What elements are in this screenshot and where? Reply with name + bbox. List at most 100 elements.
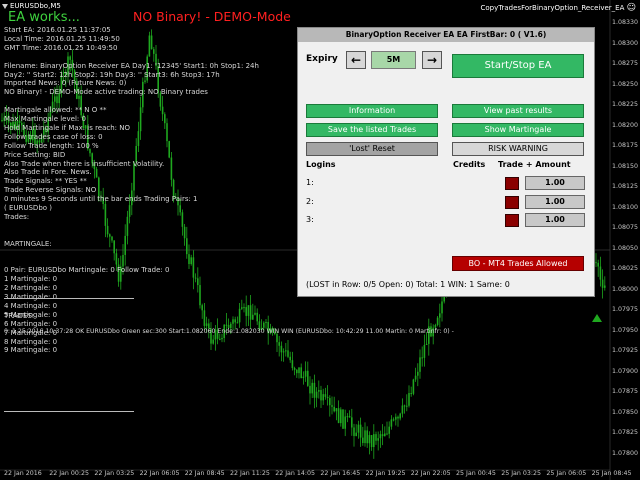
candle-body bbox=[419, 357, 421, 372]
time-tick: 22 Jan 00:25 bbox=[49, 470, 90, 477]
candle-body bbox=[421, 357, 423, 359]
candle-body bbox=[337, 408, 340, 424]
candle-body bbox=[322, 394, 324, 401]
price-tick: 1.08275 bbox=[612, 60, 639, 67]
price-tick: 1.08025 bbox=[612, 265, 639, 272]
candle-body bbox=[234, 319, 236, 323]
show-martingale-button[interactable]: Show Martingale bbox=[452, 123, 584, 137]
ea-control-panel: BinaryOption Receiver EA EA FirstBar: 0 … bbox=[297, 27, 595, 297]
candle-body bbox=[359, 424, 362, 438]
info-line: Martingale allowed: ** N O ** bbox=[4, 106, 107, 115]
candle-body bbox=[395, 416, 397, 420]
price-tick: 1.08225 bbox=[612, 101, 639, 108]
view-results-button[interactable]: View past results bbox=[452, 104, 584, 118]
candle-body bbox=[368, 435, 371, 444]
candle-body bbox=[199, 285, 201, 306]
candle-body bbox=[441, 301, 443, 314]
candle-body bbox=[164, 114, 166, 124]
candle-body bbox=[194, 277, 197, 279]
risk-warning-button[interactable]: RISK WARNING bbox=[452, 142, 584, 156]
price-tick: 1.08050 bbox=[612, 244, 639, 252]
candle-body bbox=[238, 308, 241, 323]
candle-body bbox=[219, 338, 221, 340]
expiry-left-button[interactable]: ← bbox=[346, 51, 366, 69]
candle-body bbox=[379, 434, 382, 439]
price-tick: 1.08250 bbox=[612, 80, 639, 88]
login-2-amount[interactable]: 1.00 bbox=[525, 195, 585, 209]
expiry-right-button[interactable]: → bbox=[422, 51, 442, 69]
candle-body bbox=[329, 398, 331, 406]
candle-body bbox=[291, 360, 294, 369]
info-line: 8 Martingale: 0 bbox=[4, 337, 58, 346]
candle-body bbox=[357, 424, 360, 433]
candle-body bbox=[296, 369, 298, 374]
candle-body bbox=[1, 120, 3, 121]
price-tick: 1.08075 bbox=[612, 224, 639, 231]
dropdown-triangle-icon[interactable] bbox=[2, 4, 8, 9]
time-tick: 22 Jan 03:25 bbox=[94, 470, 135, 477]
candle-body bbox=[161, 106, 164, 115]
candle-body bbox=[425, 343, 428, 345]
time-tick: 22 Jan 22:05 bbox=[410, 470, 451, 477]
info-line: Day2: '' Start2: 12h Stop2: 19h Day3: ''… bbox=[4, 70, 220, 79]
candle-body bbox=[236, 322, 239, 324]
candle-body bbox=[373, 434, 375, 448]
info-line: Trade Signals: ** YES ** bbox=[4, 177, 87, 186]
candle-body bbox=[263, 322, 265, 328]
ea-title: CopyTradesForBinaryOption_Receiver_EA ☺ bbox=[480, 3, 636, 13]
login-1-toggle[interactable] bbox=[505, 177, 519, 190]
price-tick: 1.08125 bbox=[612, 183, 639, 190]
start-stop-button[interactable]: Start/Stop EA bbox=[452, 54, 584, 78]
candle-body bbox=[144, 80, 146, 82]
login-3-amount[interactable]: 1.00 bbox=[525, 213, 585, 227]
candle-body bbox=[403, 405, 406, 407]
candle-body bbox=[414, 375, 417, 380]
info-line: Hold Martingale if Max. is reach: NO bbox=[4, 123, 131, 132]
candle-body bbox=[122, 254, 124, 267]
mt4-trades-allowed-button[interactable]: BO - MT4 Trades Allowed bbox=[452, 256, 584, 271]
symbol-label: EURUSDbo,M5 bbox=[10, 2, 61, 10]
candle-body bbox=[205, 323, 208, 326]
login-3-toggle[interactable] bbox=[505, 214, 519, 227]
price-tick: 1.07975 bbox=[612, 306, 639, 313]
price-tick: 1.07850 bbox=[612, 408, 639, 416]
info-line: Trade Reverse Signals: NO bbox=[4, 186, 97, 195]
candle-body bbox=[410, 393, 412, 395]
price-tick: 1.08330 bbox=[612, 19, 639, 26]
login-1-amount[interactable]: 1.00 bbox=[525, 176, 585, 190]
candle-body bbox=[348, 416, 351, 418]
candle-body bbox=[417, 371, 419, 376]
candle-body bbox=[375, 434, 377, 441]
candle-body bbox=[113, 240, 115, 254]
candle-body bbox=[423, 344, 426, 358]
candle-body bbox=[313, 382, 316, 398]
candle-body bbox=[370, 435, 373, 448]
candle-body bbox=[245, 307, 247, 316]
login-3-label: 3: bbox=[306, 215, 314, 224]
info-line: ( EURUSDbo ) bbox=[4, 204, 53, 212]
info-line: Follow Trade length: 100 % bbox=[4, 141, 99, 150]
candle-body bbox=[388, 426, 390, 434]
candle-body bbox=[111, 236, 113, 241]
save-trades-button[interactable]: Save the listed Trades bbox=[306, 123, 438, 137]
price-tick: 1.08175 bbox=[612, 142, 639, 149]
candle-body bbox=[362, 437, 364, 444]
candle-body bbox=[282, 351, 285, 353]
candle-body bbox=[298, 367, 300, 374]
login-2-toggle[interactable] bbox=[505, 196, 519, 209]
time-tick: 25 Jan 08:45 bbox=[591, 470, 632, 477]
expiry-value[interactable]: 5M bbox=[371, 51, 416, 69]
candle-body bbox=[95, 169, 98, 178]
candle-body bbox=[300, 367, 302, 379]
information-button[interactable]: Information bbox=[306, 104, 438, 118]
time-tick: 22 Jan 19:25 bbox=[365, 470, 406, 477]
info-line: 1 Martingale: 0 bbox=[4, 275, 58, 284]
candle-body bbox=[225, 324, 228, 326]
info-line: Max Martingale level: 0 bbox=[4, 115, 86, 123]
info-line: 4 Martingale: 0 bbox=[4, 301, 58, 310]
candle-body bbox=[364, 430, 366, 444]
info-line: Also Trade in Fore. News. bbox=[4, 168, 92, 177]
lost-reset-button[interactable]: 'Lost' Reset bbox=[306, 142, 438, 156]
price-tick: 1.07925 bbox=[612, 347, 639, 354]
candle-body bbox=[289, 356, 291, 361]
